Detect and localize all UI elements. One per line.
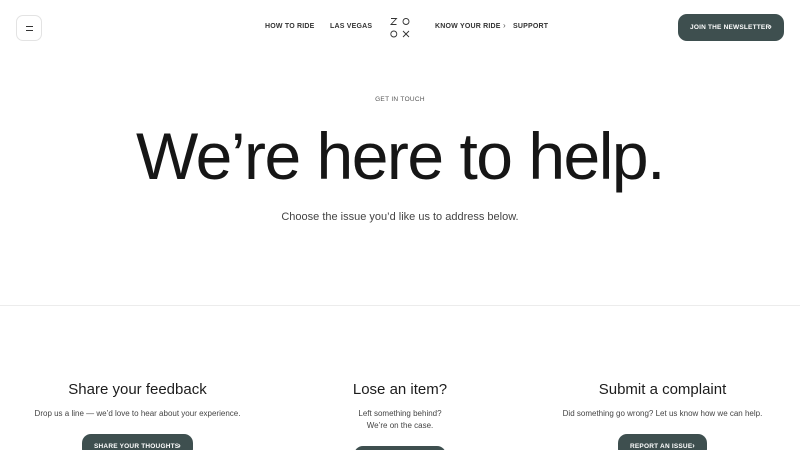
button-label: REPORT AN ISSUE [630, 442, 693, 450]
chevron-right-icon: › [692, 441, 695, 450]
nav-how-to-ride[interactable]: HOW TO RIDE [265, 23, 315, 30]
eyebrow-label: GET IN TOUCH [375, 96, 425, 103]
newsletter-button-label: JOIN THE NEWSLETTER [690, 24, 771, 31]
chevron-right-icon: › [178, 441, 181, 450]
nav-las-vegas[interactable]: LAS VEGAS [330, 23, 372, 30]
share-thoughts-button[interactable]: SHARE YOUR THOUGHTS › [82, 434, 193, 450]
menu-icon [26, 26, 33, 27]
chevron-right-icon: › [769, 22, 772, 31]
menu-button[interactable] [16, 15, 42, 41]
card-text-line: We’re on the case. [366, 421, 434, 430]
section-divider [0, 305, 800, 306]
page-subtitle: Choose the issue you’d like us to addres… [281, 211, 519, 223]
button-label: SHARE YOUR THOUGHTS [94, 442, 180, 450]
card-feedback: Share your feedback Drop us a line — we’… [0, 378, 275, 420]
join-newsletter-button[interactable]: JOIN THE NEWSLETTER › [678, 14, 784, 41]
card-title: Submit a complaint [598, 381, 727, 398]
chevron-right-icon: › [503, 21, 506, 30]
card-text: Left something behind? We’re on the case… [275, 408, 525, 432]
zoox-logo[interactable] [389, 17, 411, 39]
card-title: Lose an item? [352, 381, 448, 398]
card-lost-item: Lose an item? Left something behind? We’… [275, 378, 525, 432]
nav-support[interactable]: SUPPORT [513, 23, 548, 30]
card-text: Drop us a line — we’d love to hear about… [34, 409, 241, 418]
card-complaint: Submit a complaint Did something go wron… [525, 378, 800, 420]
page-title: We’re here to help. [136, 119, 665, 193]
card-text-line: Left something behind? [358, 409, 442, 418]
lost-item-button[interactable] [354, 446, 446, 450]
site-header: HOW TO RIDE LAS VEGAS KNOW YOUR RIDE › S… [0, 0, 800, 56]
card-title: Share your feedback [68, 381, 207, 398]
card-text: Did something go wrong? Let us know how … [562, 409, 763, 418]
menu-icon-bar [26, 30, 33, 31]
nav-know-your-ride[interactable]: KNOW YOUR RIDE [435, 23, 501, 30]
report-issue-button[interactable]: REPORT AN ISSUE › [618, 434, 707, 450]
